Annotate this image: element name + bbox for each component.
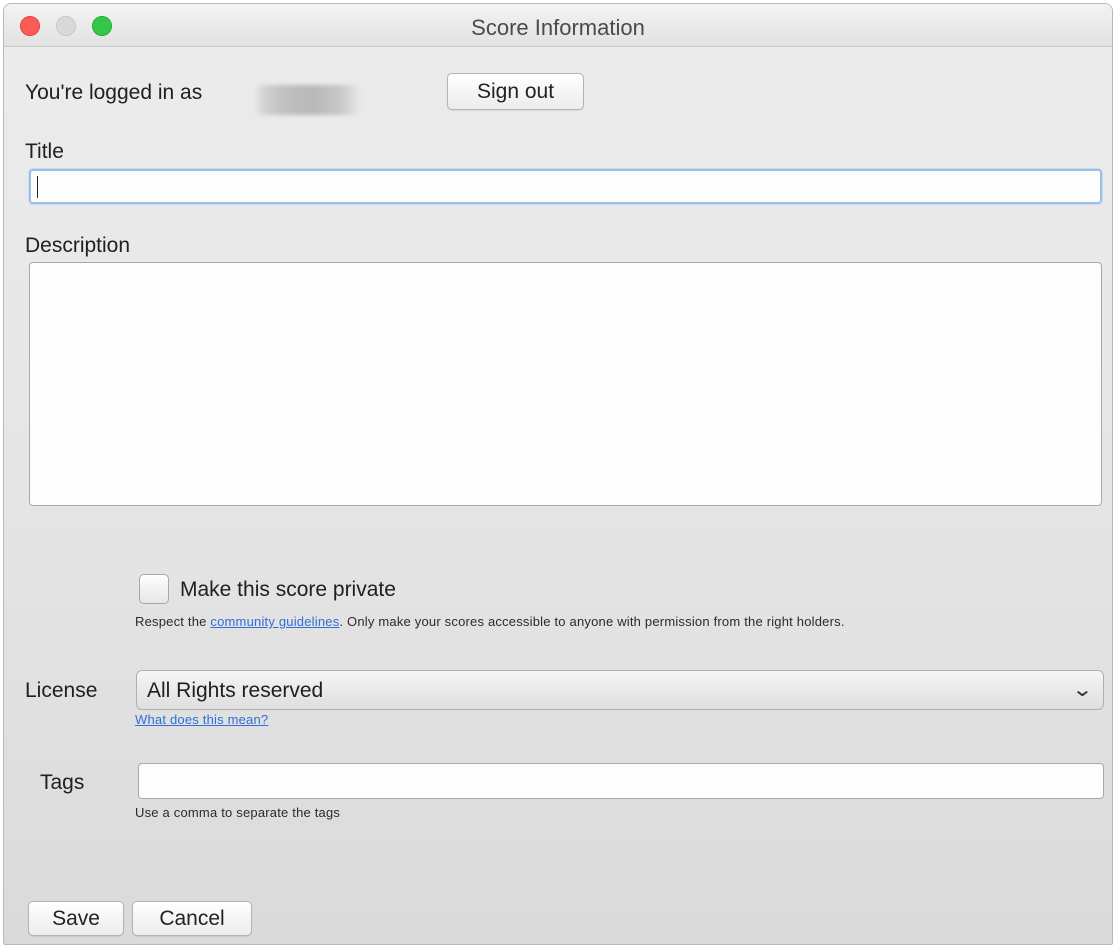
license-label: License <box>25 679 98 702</box>
community-guidelines-link[interactable]: community guidelines <box>210 614 339 629</box>
window-title: Score Information <box>471 15 645 40</box>
sign-out-button[interactable]: Sign out <box>447 73 584 110</box>
private-checkbox[interactable] <box>139 574 169 604</box>
description-label: Description <box>25 234 131 257</box>
license-selected-value: All Rights reserved <box>147 679 324 702</box>
text-caret <box>37 176 38 198</box>
guidelines-prefix: Respect the <box>135 614 211 629</box>
username-redacted <box>254 85 362 115</box>
cancel-button[interactable]: Cancel <box>132 901 252 936</box>
score-information-window: Score Information You're logged in as Si… <box>3 3 1113 945</box>
title-label: Title <box>25 140 64 163</box>
guidelines-suffix: . Only make your scores accessible to an… <box>339 614 845 629</box>
license-help-link[interactable]: What does this mean? <box>135 712 268 727</box>
guidelines-note: Respect the community guidelines. Only m… <box>135 614 845 629</box>
chevron-down-icon: ⌄ <box>1071 679 1094 701</box>
tags-label: Tags <box>40 771 85 794</box>
logged-in-label: You're logged in as <box>25 81 203 104</box>
title-bar: Score Information <box>4 4 1112 47</box>
save-button[interactable]: Save <box>28 901 124 936</box>
description-textarea[interactable] <box>29 262 1102 506</box>
tags-hint: Use a comma to separate the tags <box>135 805 341 820</box>
tags-input[interactable] <box>138 763 1104 799</box>
license-select[interactable]: All Rights reserved ⌄ <box>136 670 1104 710</box>
private-checkbox-label[interactable]: Make this score private <box>180 578 396 602</box>
title-input[interactable] <box>29 169 1102 204</box>
